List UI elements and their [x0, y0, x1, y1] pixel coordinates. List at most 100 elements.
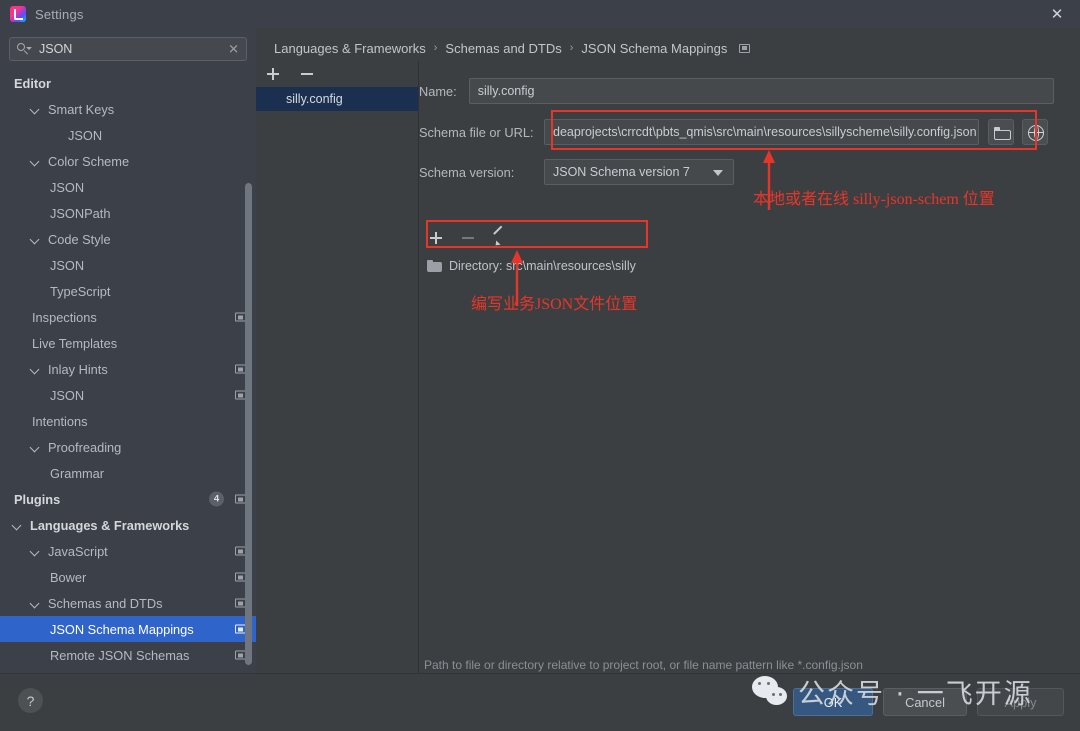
sidebar-item-json-schema-mappings[interactable]: JSON Schema Mappings — [0, 616, 256, 642]
chevron-down-icon[interactable] — [12, 519, 24, 531]
globe-icon — [1028, 125, 1044, 141]
directory-icon — [427, 260, 442, 272]
remove-mapping-button[interactable] — [298, 65, 316, 83]
sidebar-item-label: JSON Schema Mappings — [50, 621, 194, 637]
settings-sidebar: JSON ✕ Editor Smart Keys JSON Color Scheme J… — [0, 28, 256, 673]
add-mapping-button[interactable] — [264, 65, 282, 83]
sidebar-item-live-templates[interactable]: Live Templates — [0, 330, 256, 356]
annotation-text-directory: 编写业务JSON文件位置 — [471, 296, 638, 313]
patterns-toolbar — [427, 229, 509, 247]
sidebar-item-inspections[interactable]: Inspections — [0, 304, 256, 330]
pattern-label: Directory: src\main\resources\silly — [449, 259, 636, 273]
breadcrumb-part-0[interactable]: Languages & Frameworks — [274, 41, 426, 56]
chevron-down-icon[interactable] — [30, 363, 42, 375]
scrollbar-thumb[interactable] — [245, 183, 252, 665]
sidebar-item-bower[interactable]: Bower — [0, 564, 256, 590]
sidebar-scrollbar[interactable] — [245, 183, 252, 665]
sidebar-item-label: Smart Keys — [48, 101, 115, 117]
sidebar-item-editor[interactable]: Editor — [0, 70, 256, 96]
chevron-down-icon — [713, 170, 723, 176]
schema-version-select[interactable]: JSON Schema version 7 — [544, 159, 734, 185]
sidebar-item-label: Intentions — [32, 413, 88, 429]
ok-button[interactable]: OK — [793, 688, 873, 716]
sidebar-item-javascript[interactable]: JavaScript — [0, 538, 256, 564]
mappings-toolbar — [256, 61, 418, 87]
sidebar-item-label: Inlay Hints — [48, 361, 108, 377]
sidebar-item-label: JSON — [50, 179, 85, 195]
sidebar-item-label: Editor — [14, 75, 51, 91]
search-wrap: JSON ✕ — [0, 28, 256, 61]
folder-open-icon — [994, 127, 1011, 140]
sidebar-item-label: Code Style — [48, 231, 111, 247]
sidebar-item-label: TypeScript — [50, 283, 111, 299]
sidebar-item-label: JSON — [68, 127, 103, 143]
search-value: JSON — [39, 42, 73, 56]
sidebar-item-color-scheme[interactable]: Color Scheme — [0, 148, 256, 174]
sidebar-item-label: JSONPath — [50, 205, 111, 221]
sidebar-item-json[interactable]: JSON — [0, 382, 256, 408]
schema-file-value: deaprojects\crrcdt\pbts_qmis\src\main\re… — [553, 125, 977, 139]
sidebar-item-label: JavaScript — [48, 543, 108, 559]
breadcrumb-part-1[interactable]: Schemas and DTDs — [445, 41, 561, 56]
name-value: silly.config — [477, 84, 535, 98]
settings-tree[interactable]: Editor Smart Keys JSON Color Scheme JSON JSON… — [0, 70, 256, 673]
sidebar-item-languages-frameworks[interactable]: Languages & Frameworks — [0, 512, 256, 538]
breadcrumb-part-2[interactable]: JSON Schema Mappings — [581, 41, 727, 56]
mapping-name: silly.config — [286, 92, 343, 106]
schema-file-row: Schema file or URL: deaprojects\crrcdt\p… — [419, 119, 1048, 145]
copy-icon[interactable] — [739, 43, 751, 53]
sidebar-item-plugins[interactable]: Plugins 4 — [0, 486, 256, 512]
sidebar-item-json[interactable]: JSON — [0, 122, 256, 148]
close-icon[interactable]: ✕ — [228, 43, 239, 56]
list-item[interactable]: silly.config — [256, 87, 418, 111]
schema-file-label: Schema file or URL: — [419, 124, 534, 140]
remove-pattern-button[interactable] — [459, 229, 477, 247]
sidebar-item-label: Proofreading — [48, 439, 122, 455]
path-hint-text: Path to file or directory relative to pr… — [424, 658, 863, 672]
sidebar-item-label: Inspections — [32, 309, 97, 325]
help-button[interactable]: ? — [18, 688, 43, 713]
add-pattern-button[interactable] — [427, 229, 445, 247]
sidebar-item-code-style[interactable]: Code Style — [0, 226, 256, 252]
chevron-down-icon[interactable] — [30, 103, 42, 115]
sidebar-item-proofreading[interactable]: Proofreading — [0, 434, 256, 460]
name-field[interactable]: silly.config — [468, 78, 1054, 104]
sidebar-item-label: Plugins — [14, 491, 61, 507]
chevron-down-icon[interactable] — [30, 545, 42, 557]
browse-file-button[interactable] — [988, 119, 1014, 145]
sidebar-item-label: JSON — [50, 387, 85, 403]
sidebar-item-label: JSON — [50, 257, 85, 273]
sidebar-item-jsonpath[interactable]: JSONPath — [0, 200, 256, 226]
window-title: Settings — [35, 6, 84, 22]
sidebar-item-remote-json-schemas[interactable]: Remote JSON Schemas — [0, 642, 256, 668]
apply-button[interactable]: Apply — [977, 688, 1064, 716]
chevron-right-icon: › — [569, 42, 574, 54]
sidebar-item-intentions[interactable]: Intentions — [0, 408, 256, 434]
sidebar-item-smart-keys[interactable]: Smart Keys — [0, 96, 256, 122]
sidebar-item-label: Schemas and DTDs — [48, 595, 163, 611]
sidebar-item-json[interactable]: JSON — [0, 174, 256, 200]
search-input[interactable]: JSON ✕ — [9, 37, 247, 61]
sidebar-item-label: Languages & Frameworks — [30, 517, 190, 533]
chevron-down-icon[interactable] — [30, 441, 42, 453]
chevron-right-icon: › — [433, 42, 438, 54]
schema-file-field[interactable]: deaprojects\crrcdt\pbts_qmis\src\main\re… — [544, 119, 979, 145]
pencil-icon[interactable] — [491, 229, 509, 247]
chevron-down-icon[interactable] — [30, 155, 42, 167]
cancel-button[interactable]: Cancel — [883, 688, 967, 716]
schema-version-label: Schema version: — [419, 164, 515, 180]
browse-url-button[interactable] — [1022, 119, 1048, 145]
sidebar-item-label: Remote JSON Schemas — [50, 647, 190, 663]
breadcrumb: Languages & Frameworks › Schemas and DTD… — [274, 36, 751, 60]
sidebar-item-schemas-and-dtds[interactable]: Schemas and DTDs — [0, 590, 256, 616]
chevron-down-icon[interactable] — [30, 597, 42, 609]
sidebar-item-json[interactable]: JSON — [0, 252, 256, 278]
sidebar-item-grammar[interactable]: Grammar — [0, 460, 256, 486]
sidebar-item-inlay-hints[interactable]: Inlay Hints — [0, 356, 256, 382]
chevron-down-icon[interactable] — [30, 233, 42, 245]
sidebar-item-label: Live Templates — [32, 335, 118, 351]
close-icon[interactable]: ✕ — [1034, 0, 1080, 28]
mappings-list-panel: silly.config — [256, 61, 419, 673]
dialog-footer: ? OK Cancel Apply — [0, 673, 1080, 731]
sidebar-item-typescript[interactable]: TypeScript — [0, 278, 256, 304]
